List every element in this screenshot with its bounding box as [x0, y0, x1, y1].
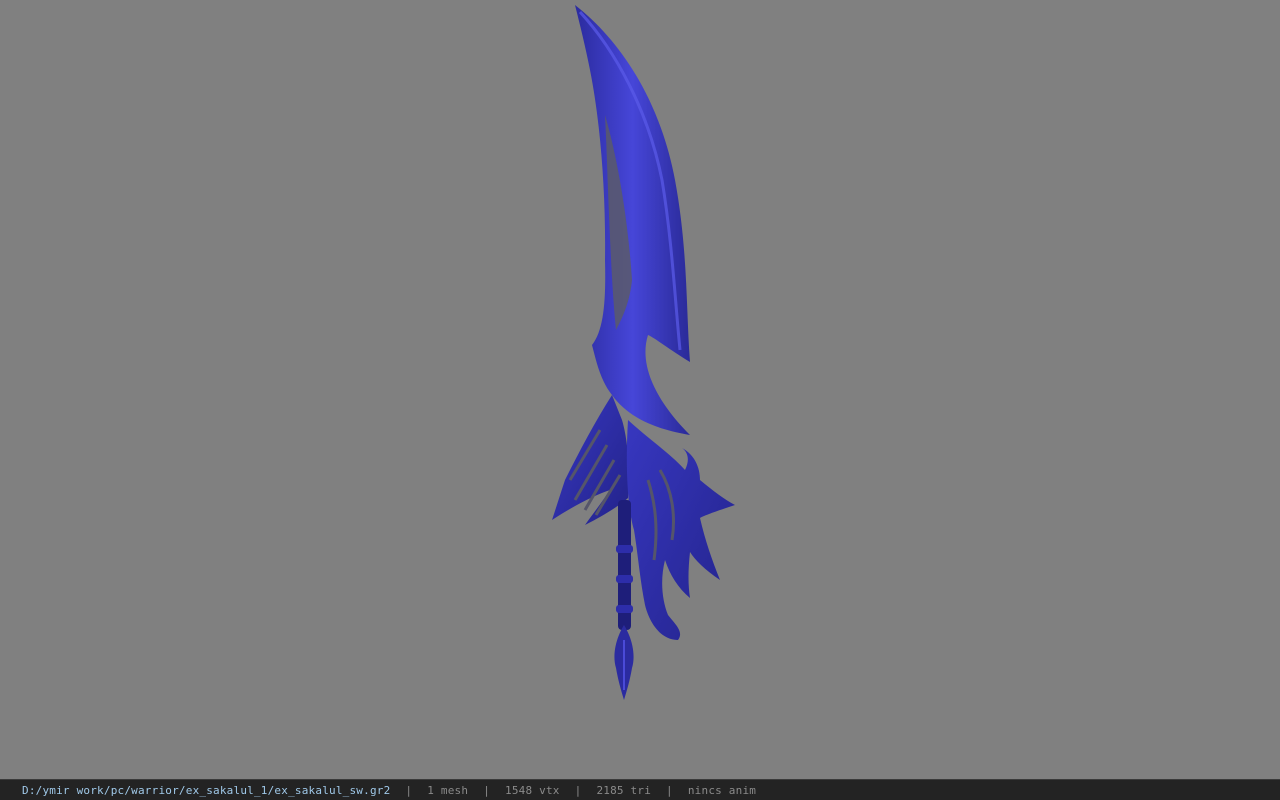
animation-status: nincs anim: [687, 783, 757, 797]
blade: [575, 5, 690, 435]
vertex-count: 1548 vtx: [505, 783, 560, 797]
separator: |: [405, 783, 413, 797]
claw-guard-right: [626, 420, 735, 640]
feather-guard-left: [552, 395, 629, 525]
separator: |: [666, 783, 673, 797]
3d-viewport[interactable]: [0, 0, 1280, 779]
sword-model[interactable]: [0, 0, 1280, 779]
separator: |: [483, 783, 491, 797]
file-path: D:/ymir work/pc/warrior/ex_sakalul_1/ex_…: [22, 783, 391, 797]
status-bar: D:/ymir work/pc/warrior/ex_sakalul_1/ex_…: [0, 779, 1280, 800]
separator: |: [574, 783, 582, 797]
triangle-count: 2185 tri: [596, 783, 652, 797]
mesh-count: 1 mesh: [427, 783, 469, 797]
